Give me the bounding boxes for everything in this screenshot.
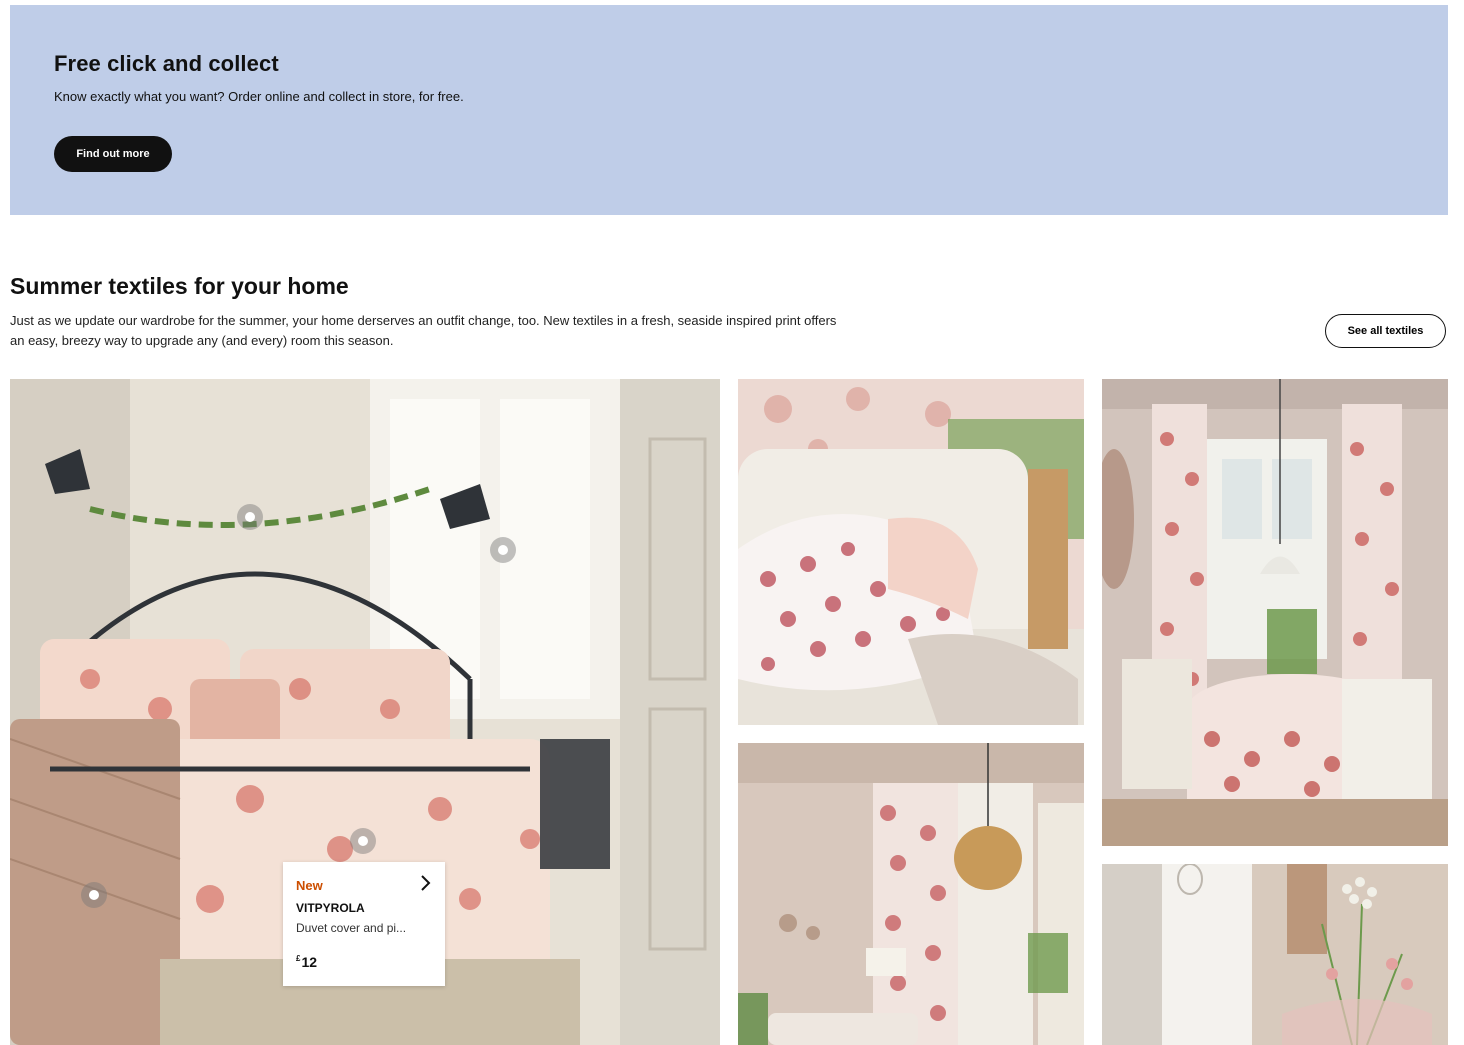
product-name: VITPYROLA [296, 901, 365, 915]
product-hotspot-icon[interactable] [490, 537, 516, 563]
living-room-image[interactable] [738, 743, 1084, 1045]
product-description: Duvet cover and pi... [296, 921, 407, 935]
flowers-image[interactable] [1102, 864, 1448, 1045]
banner-title: Free click and collect [54, 51, 279, 76]
dining-room-image[interactable] [1102, 379, 1448, 846]
section-description: Just as we update our wardrobe for the s… [10, 313, 837, 348]
cushion-image[interactable] [738, 379, 1084, 725]
product-price: £12 [296, 954, 317, 970]
product-tag: New [296, 878, 323, 893]
currency-symbol: £ [296, 954, 301, 963]
chevron-right-icon[interactable] [419, 872, 433, 894]
product-hotspot-icon[interactable] [237, 504, 263, 530]
product-card-vitpyrola[interactable]: New VITPYROLA Duvet cover and pi... £12 [283, 862, 445, 986]
product-hotspot-icon[interactable] [350, 828, 376, 854]
price-value: 12 [301, 954, 318, 970]
find-out-more-button[interactable]: Find out more [54, 136, 172, 172]
banner-text: Know exactly what you want? Order online… [54, 89, 464, 104]
click-collect-banner: Free click and collect Know exactly what… [10, 5, 1448, 215]
see-all-textiles-button[interactable]: See all textiles [1325, 314, 1446, 348]
section-title: Summer textiles for your home [10, 273, 349, 299]
product-hotspot-icon[interactable] [81, 882, 107, 908]
